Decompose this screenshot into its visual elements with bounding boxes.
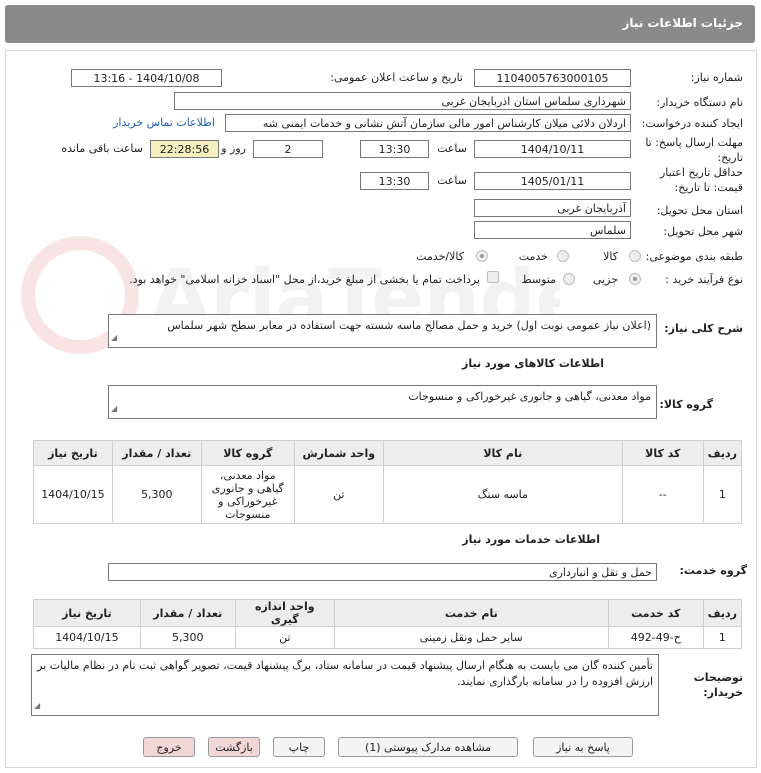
deadline-time-label: ساعت — [437, 142, 467, 155]
announce-label: تاریخ و ساعت اعلان عمومی: — [330, 71, 463, 84]
col-date: تاریخ نیاز — [33, 599, 141, 627]
col-code: کد کالا — [621, 440, 704, 466]
category-goods-label: کالا — [603, 250, 618, 263]
treasury-checkbox[interactable] — [487, 271, 499, 283]
page-title: جزئیات اطلاعات نیاز — [622, 16, 743, 30]
category-label: طبقه بندی موضوعی: — [645, 250, 743, 263]
deadline-label-2: تاریخ: — [717, 151, 743, 164]
services-group-field: حمل و نقل و انبارداری — [108, 563, 657, 581]
services-table: ردیف کد خدمت نام خدمت واحد اندازه گیری ت… — [33, 599, 743, 649]
deadline-date-field: 1404/10/11 — [474, 140, 631, 158]
buyer-contact-link[interactable]: اطلاعات تماس خریدار — [113, 116, 215, 129]
description-text: (اعلان نیاز عمومی نوبت اول) خرید و حمل م… — [167, 319, 651, 332]
table-row[interactable]: 1 ح-49-492 سایر حمل ونقل زمینی تن 5,300 … — [33, 626, 743, 649]
cell-group: مواد معدنی، گیاهی و جانوری غیرخوراکی و م… — [200, 465, 295, 524]
category-service-label: خدمت — [518, 250, 548, 263]
page-header: جزئیات اطلاعات نیاز — [5, 5, 755, 43]
announce-field: 1404/10/08 - 13:16 — [71, 69, 222, 87]
col-unit: واحد اندازه گیری — [234, 599, 335, 627]
process-medium-radio[interactable] — [563, 273, 575, 285]
goods-group-text: مواد معدنی، گیاهی و جانوری غیرخوراکی و م… — [408, 390, 651, 403]
process-medium-label: متوسط — [521, 273, 556, 286]
description-textarea[interactable]: (اعلان نیاز عمومی نوبت اول) خرید و حمل م… — [108, 314, 657, 348]
cell-unit: تن — [234, 626, 335, 649]
validity-date-field: 1405/01/11 — [474, 172, 631, 190]
table-row[interactable]: 1 -- ماسه سنگ تن مواد معدنی، گیاهی و جان… — [33, 465, 743, 524]
process-minor-label: جزیی — [592, 273, 618, 286]
cell-row: 1 — [702, 626, 743, 649]
validity-label-2: قیمت: تا تاریخ: — [674, 181, 743, 194]
attachments-button[interactable]: مشاهده مدارک پیوستی (1) — [338, 737, 518, 757]
buyer-label: نام دستگاه خریدار: — [656, 96, 743, 109]
time-remaining-field: 22:28:56 — [150, 140, 219, 158]
need-number-field: 1104005763000105 — [474, 69, 631, 87]
resize-handle-icon[interactable]: ◢ — [34, 698, 40, 714]
col-group: گروه کالا — [200, 440, 295, 466]
treasury-note: پرداخت تمام یا بخشی از مبلغ خرید،از محل … — [129, 273, 480, 286]
col-qty: تعداد / مقدار — [139, 599, 236, 627]
col-name: نام کالا — [382, 440, 623, 466]
category-service-radio[interactable] — [557, 250, 569, 262]
col-code: کد خدمت — [607, 599, 704, 627]
back-button[interactable]: بازگشت — [208, 737, 260, 757]
category-goods-service-radio[interactable] — [476, 250, 488, 262]
reply-button[interactable]: پاسخ به نیاز — [533, 737, 633, 757]
cell-qty: 5,300 — [139, 626, 236, 649]
requester-label: ایجاد کننده درخواست: — [641, 117, 743, 130]
col-row: ردیف — [702, 599, 743, 627]
goods-table: ردیف کد کالا نام کالا واحد شمارش گروه کا… — [33, 440, 743, 524]
cell-name: ماسه سنگ — [382, 465, 623, 524]
col-date: تاریخ نیاز — [33, 440, 113, 466]
services-table-header: ردیف کد خدمت نام خدمت واحد اندازه گیری ت… — [33, 599, 743, 627]
deadline-time-field: 13:30 — [360, 140, 429, 158]
need-number-label: شماره نیاز: — [690, 71, 743, 84]
time-remaining-label: ساعت باقی مانده — [61, 142, 143, 155]
buyer-field: شهرداری سلماس استان اذربایجان غربی — [174, 92, 631, 110]
city-label: شهر محل تحویل: — [663, 225, 743, 238]
cell-date: 1404/10/15 — [33, 626, 141, 649]
cell-qty: 5,300 — [111, 465, 202, 524]
goods-group-label: گروه کالا: — [659, 398, 713, 411]
cell-code: ح-49-492 — [607, 626, 704, 649]
validity-time-label: ساعت — [437, 174, 467, 187]
resize-handle-icon[interactable]: ◢ — [111, 401, 117, 417]
city-field: سلماس — [474, 221, 631, 239]
notes-label: توضیحات — [693, 671, 743, 684]
category-goods-service-label: کالا/خدمت — [416, 250, 464, 263]
days-remaining-field: 2 — [253, 140, 323, 158]
cell-row: 1 — [702, 465, 743, 524]
category-goods-radio[interactable] — [629, 250, 641, 262]
resize-handle-icon[interactable]: ◢ — [111, 330, 117, 346]
notes-text: تأمین کننده گان می بایست به هنگام ارسال … — [37, 659, 653, 688]
notes-textarea[interactable]: تأمین کننده گان می بایست به هنگام ارسال … — [31, 654, 659, 716]
cell-date: 1404/10/15 — [33, 465, 113, 524]
cell-name: سایر حمل ونقل زمینی — [333, 626, 609, 649]
services-section-title: اطلاعات خدمات مورد نیاز — [462, 533, 600, 546]
col-name: نام خدمت — [333, 599, 609, 627]
validity-label: حداقل تاریخ اعتبار — [659, 166, 743, 179]
col-qty: تعداد / مقدار — [111, 440, 202, 466]
province-field: آذربایجان غربی — [474, 199, 631, 217]
print-button[interactable]: چاپ — [273, 737, 325, 757]
description-label: شرح کلی نیاز: — [664, 322, 743, 335]
days-label: روز و — [221, 142, 246, 155]
exit-button[interactable]: خروج — [143, 737, 195, 757]
validity-time-field: 13:30 — [360, 172, 429, 190]
cell-code: -- — [621, 465, 704, 524]
goods-section-title: اطلاعات کالاهای مورد نیاز — [462, 357, 604, 370]
process-minor-radio[interactable] — [629, 273, 641, 285]
requester-field: اردلان دلائی میلان کارشناس امور مالی ساز… — [225, 114, 631, 132]
deadline-label: مهلت ارسال پاسخ: تا — [645, 136, 743, 149]
cell-unit: تن — [293, 465, 384, 524]
process-label: نوع فرآیند خرید : — [665, 273, 743, 286]
services-group-label: گروه خدمت: — [679, 564, 747, 577]
province-label: استان محل تحویل: — [656, 204, 743, 217]
goods-table-header: ردیف کد کالا نام کالا واحد شمارش گروه کا… — [33, 440, 743, 466]
col-unit: واحد شمارش — [293, 440, 384, 466]
notes-label-2: خریدار: — [703, 686, 743, 699]
goods-group-textarea[interactable]: مواد معدنی، گیاهی و جانوری غیرخوراکی و م… — [108, 385, 657, 419]
col-row: ردیف — [702, 440, 743, 466]
